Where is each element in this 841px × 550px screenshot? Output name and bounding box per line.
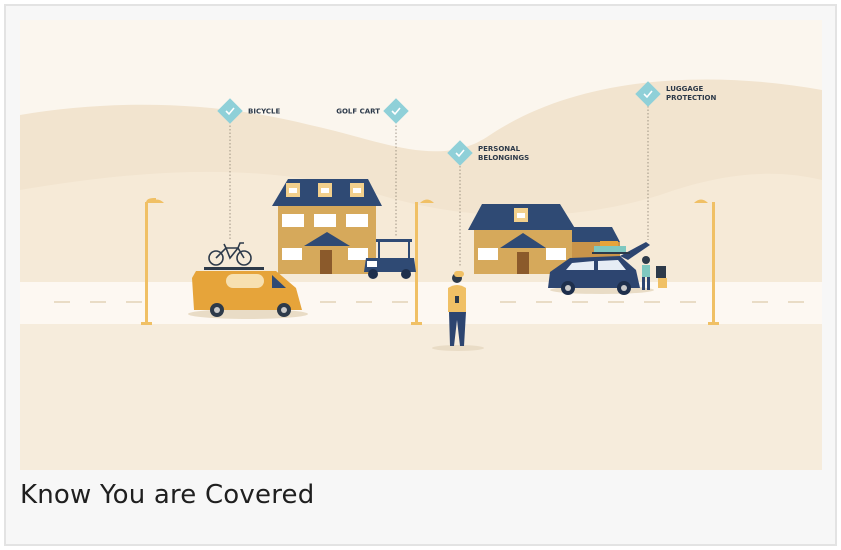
ground-back	[20, 260, 822, 282]
house-two-story	[272, 179, 382, 274]
card-caption: Know You are Covered	[20, 480, 315, 510]
marker-label-luggage-1: LUGGAGE	[666, 85, 704, 93]
content-card: BICYCLE GOLF CART PERSONAL BELONGINGS LU…	[4, 4, 837, 546]
marker-label-personal-1: PERSONAL	[478, 145, 521, 153]
marker-label-bicycle: BICYCLE	[248, 108, 280, 116]
ground-front	[20, 324, 822, 470]
marker-label-golf-cart: GOLF CART	[336, 108, 380, 116]
coverage-illustration: BICYCLE GOLF CART PERSONAL BELONGINGS LU…	[20, 20, 822, 470]
marker-label-personal-2: BELONGINGS	[478, 154, 529, 162]
marker-label-luggage-2: PROTECTION	[666, 94, 716, 102]
